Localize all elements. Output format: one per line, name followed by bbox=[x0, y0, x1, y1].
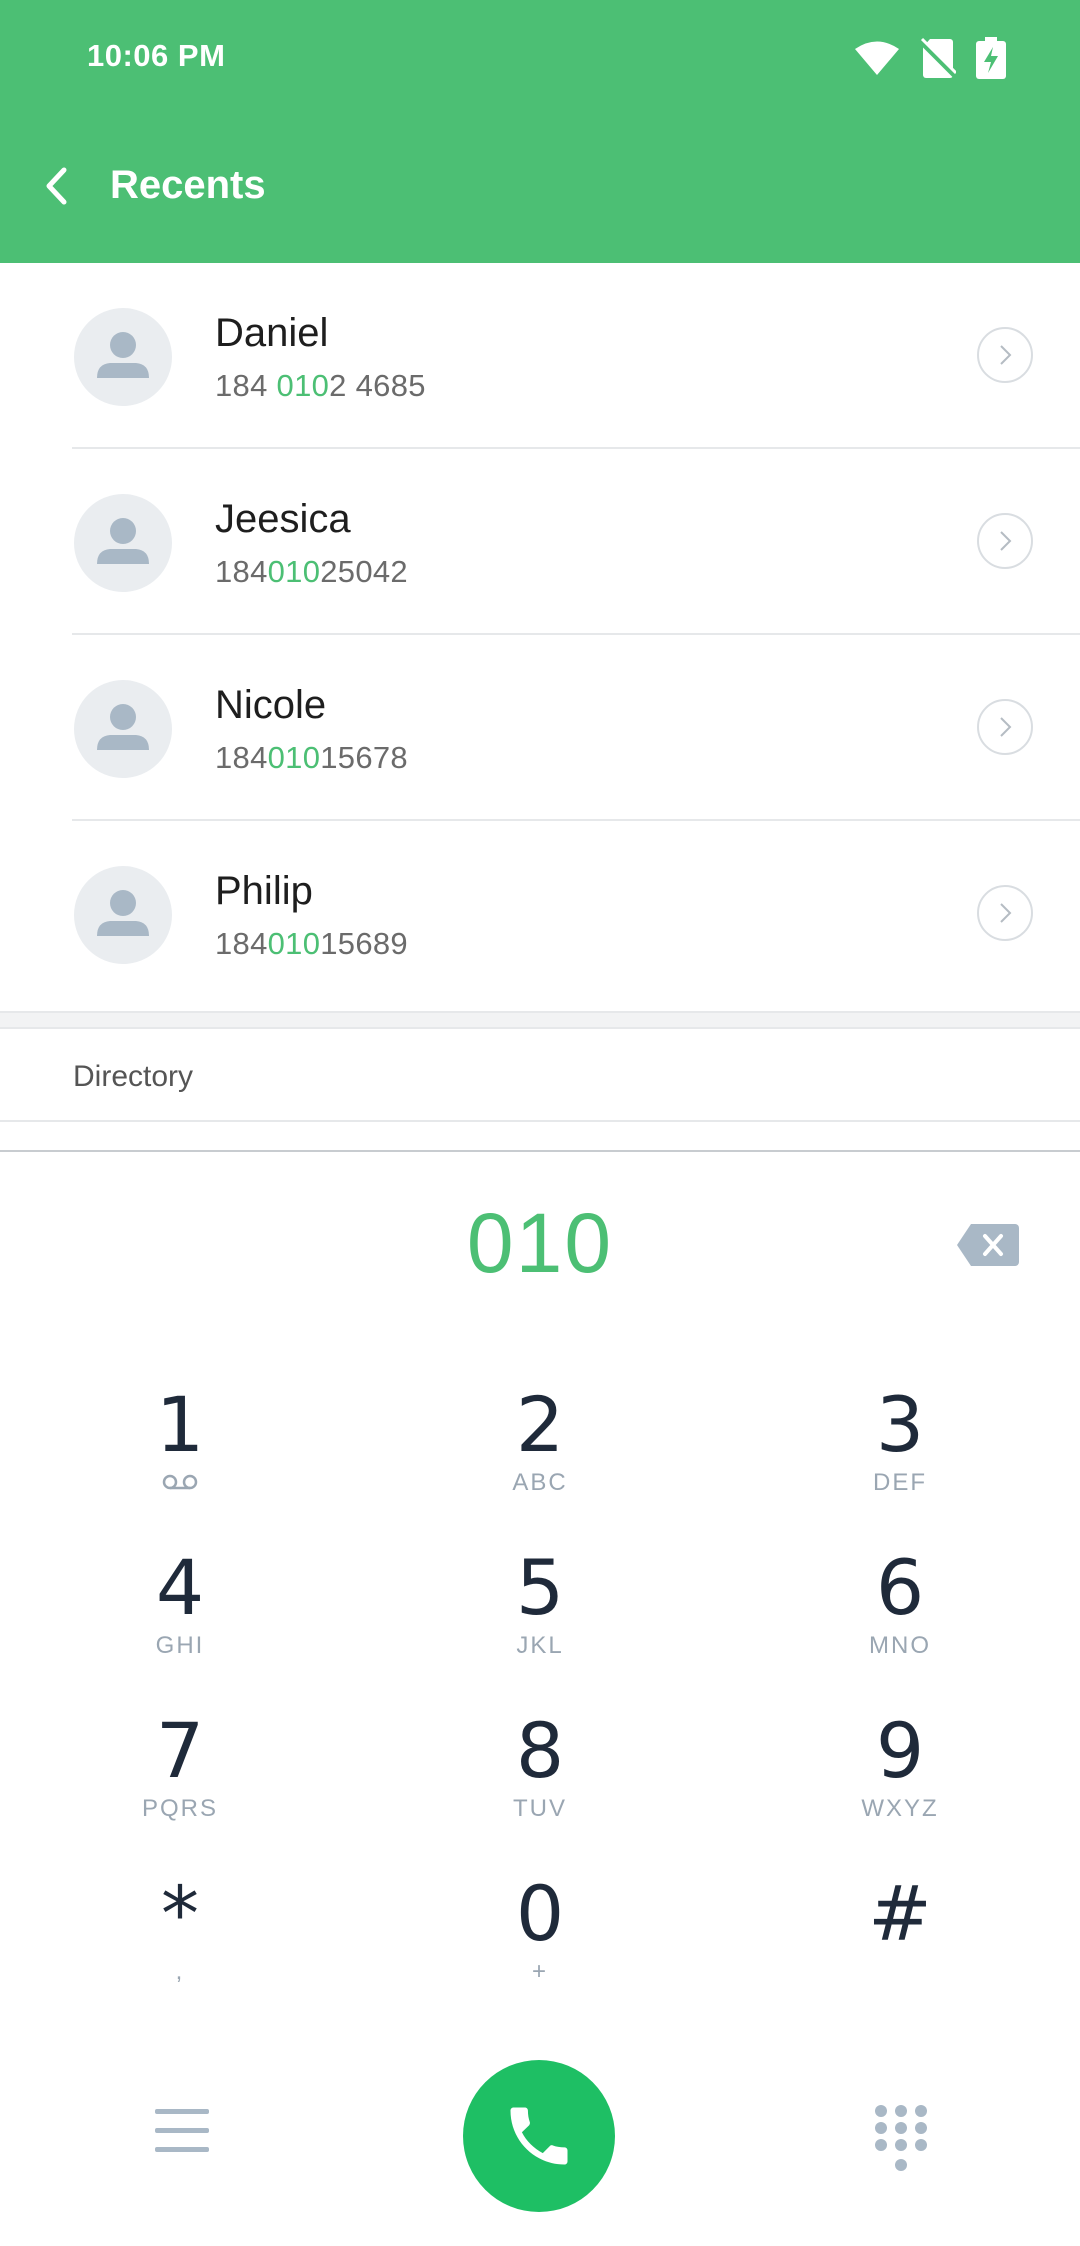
directory-label[interactable]: Directory bbox=[73, 1060, 193, 1094]
key-digit: # bbox=[868, 1869, 932, 1958]
dialpad-toggle-button[interactable] bbox=[873, 2103, 929, 2175]
contact-number: 18401015689 bbox=[215, 926, 408, 961]
key-digit: 2 bbox=[515, 1380, 565, 1469]
person-icon bbox=[97, 890, 149, 936]
person-icon bbox=[97, 518, 149, 564]
battery-charging-icon bbox=[976, 37, 1006, 79]
contact-number: 18401015678 bbox=[215, 740, 408, 775]
key-6[interactable]: 6 MNO bbox=[800, 1548, 1000, 1698]
chevron-right-icon bbox=[1000, 717, 1012, 737]
key-0[interactable]: 0 + bbox=[440, 1874, 640, 2024]
contact-name: Daniel bbox=[215, 311, 329, 355]
key-8[interactable]: 8 TUV bbox=[440, 1711, 640, 1861]
call-button[interactable] bbox=[463, 2060, 615, 2212]
key-letters: + bbox=[531, 1958, 548, 1985]
person-icon bbox=[97, 704, 149, 750]
key-digit: 7 bbox=[155, 1706, 205, 1795]
key-letters: MNO bbox=[869, 1632, 931, 1659]
avatar bbox=[74, 308, 172, 406]
key-letters: , bbox=[175, 1958, 185, 1985]
key-2[interactable]: 2 ABC bbox=[440, 1385, 640, 1535]
key-star[interactable]: * , bbox=[80, 1874, 280, 2024]
key-letters bbox=[800, 1958, 1000, 1988]
key-digit: 9 bbox=[875, 1706, 925, 1795]
key-letters: JKL bbox=[516, 1632, 564, 1659]
dialpad-icon bbox=[875, 2105, 927, 2171]
divider bbox=[0, 1120, 1080, 1122]
key-1[interactable]: 1 bbox=[80, 1385, 280, 1535]
contact-row[interactable]: Daniel 184 0102 4685 bbox=[0, 263, 1080, 449]
avatar bbox=[74, 866, 172, 964]
key-hash[interactable]: # bbox=[800, 1874, 1000, 2024]
contact-number: 184 0102 4685 bbox=[215, 368, 426, 403]
status-time: 10:06 PM bbox=[87, 38, 226, 73]
key-digit: 3 bbox=[875, 1380, 925, 1469]
key-letters: ABC bbox=[512, 1469, 568, 1496]
key-digit: 1 bbox=[155, 1380, 205, 1469]
contact-name: Nicole bbox=[215, 683, 327, 727]
key-digit: 8 bbox=[515, 1706, 565, 1795]
key-4[interactable]: 4 GHI bbox=[80, 1548, 280, 1698]
contact-number: 18401025042 bbox=[215, 554, 408, 589]
avatar bbox=[74, 494, 172, 592]
backspace-icon bbox=[957, 1224, 1019, 1266]
key-letters: PQRS bbox=[141, 1795, 218, 1822]
chevron-right-icon bbox=[1000, 903, 1012, 923]
dialpad-top-border bbox=[0, 1150, 1080, 1152]
key-digit: 5 bbox=[515, 1543, 565, 1632]
status-icons bbox=[854, 36, 1006, 80]
voicemail-icon bbox=[80, 1469, 280, 1499]
contact-name: Philip bbox=[215, 869, 313, 913]
key-digit: 6 bbox=[875, 1543, 925, 1632]
key-digit: * bbox=[161, 1869, 199, 1958]
phone-icon bbox=[510, 2107, 568, 2165]
avatar bbox=[74, 680, 172, 778]
key-3[interactable]: 3 DEF bbox=[800, 1385, 1000, 1535]
contact-row[interactable]: Nicole 18401015678 bbox=[0, 635, 1080, 821]
contact-row[interactable]: Jeesica 18401025042 bbox=[0, 449, 1080, 635]
key-letters: WXYZ bbox=[861, 1795, 939, 1822]
key-digit: 4 bbox=[155, 1543, 205, 1632]
menu-button[interactable] bbox=[152, 2105, 212, 2157]
key-9[interactable]: 9 WXYZ bbox=[800, 1711, 1000, 1861]
recents-list: Daniel 184 0102 4685 Jeesica 18401025042… bbox=[0, 263, 1080, 1007]
chevron-right-icon bbox=[1000, 345, 1012, 365]
person-icon bbox=[97, 332, 149, 378]
chevron-left-icon bbox=[46, 167, 67, 205]
contact-name: Jeesica bbox=[215, 497, 351, 541]
key-5[interactable]: 5 JKL bbox=[440, 1548, 640, 1698]
key-digit: 0 bbox=[515, 1869, 565, 1958]
contact-details-button[interactable] bbox=[977, 885, 1033, 941]
dial-input[interactable]: 010 bbox=[0, 1195, 1080, 1292]
contact-row[interactable]: Philip 18401015689 bbox=[0, 821, 1080, 1007]
contact-details-button[interactable] bbox=[977, 327, 1033, 383]
chevron-right-icon bbox=[1000, 531, 1012, 551]
bottom-action-bar bbox=[0, 2050, 1080, 2220]
menu-icon bbox=[155, 2109, 209, 2152]
key-letters: TUV bbox=[513, 1795, 567, 1822]
backspace-button[interactable] bbox=[955, 1222, 1021, 1268]
contact-details-button[interactable] bbox=[977, 699, 1033, 755]
contact-details-button[interactable] bbox=[977, 513, 1033, 569]
key-7[interactable]: 7 PQRS bbox=[80, 1711, 280, 1861]
key-letters: GHI bbox=[155, 1632, 205, 1659]
section-separator bbox=[0, 1011, 1080, 1029]
wifi-icon bbox=[854, 40, 900, 76]
back-button[interactable] bbox=[38, 160, 74, 212]
page-title: Recents bbox=[110, 163, 266, 207]
app-header: 10:06 PM Recents bbox=[0, 0, 1080, 263]
key-letters: DEF bbox=[873, 1469, 927, 1496]
no-sim-icon bbox=[920, 37, 956, 79]
